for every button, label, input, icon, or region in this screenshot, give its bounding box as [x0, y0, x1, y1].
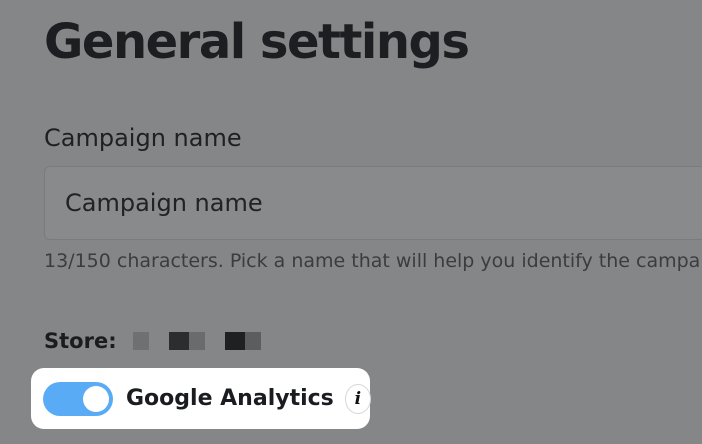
- redacted-block: [132, 332, 149, 350]
- campaign-name-input[interactable]: [44, 166, 702, 240]
- redacted-block: [204, 332, 225, 350]
- store-label: Store:: [44, 329, 117, 353]
- redacted-block: [148, 332, 169, 350]
- google-analytics-toggle[interactable]: [43, 381, 113, 416]
- redacted-block: [224, 332, 245, 350]
- redacted-block: [168, 332, 189, 350]
- page-title: General settings: [44, 14, 470, 70]
- info-icon[interactable]: i: [345, 384, 370, 413]
- google-analytics-card: Google Analytics i: [31, 368, 370, 429]
- toggle-knob: [83, 385, 109, 412]
- google-analytics-label: Google Analytics: [126, 386, 334, 411]
- redacted-block: [244, 332, 261, 350]
- redacted-block: [188, 332, 205, 350]
- campaign-name-hint: 13/150 characters. Pick a name that will…: [44, 250, 702, 272]
- store-row: Store:: [44, 326, 261, 356]
- campaign-name-label: Campaign name: [44, 124, 242, 152]
- store-name-redacted: [132, 332, 261, 350]
